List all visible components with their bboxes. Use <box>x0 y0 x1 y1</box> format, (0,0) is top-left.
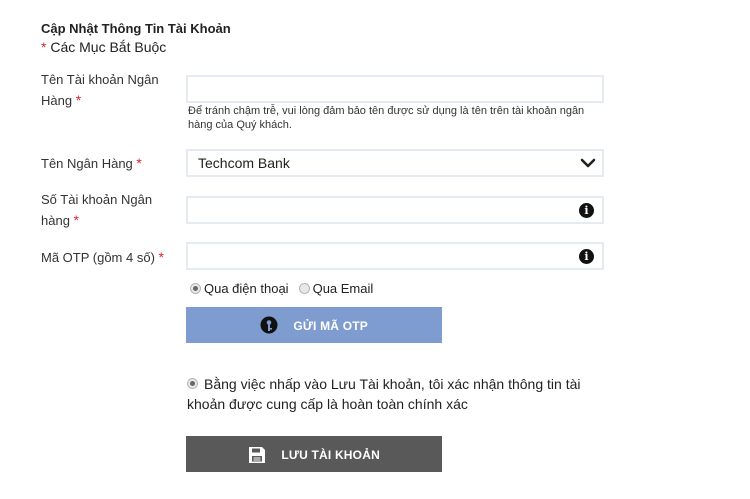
otp-label: Mã OTP (gồm 4 số) * <box>41 249 164 265</box>
agreement: Bằng việc nhấp vào Lưu Tài khoản, tôi xá… <box>187 374 617 414</box>
account-number-input[interactable]: i <box>186 196 604 224</box>
key-icon <box>260 316 278 334</box>
form-title: Cập Nhật Thông Tin Tài Khoản <box>41 21 231 36</box>
otp-method-group: Qua điện thoại Qua Email <box>190 280 383 296</box>
required-star: * <box>73 212 79 228</box>
required-star: * <box>158 249 164 265</box>
required-star: * <box>75 92 82 108</box>
send-otp-label: GỬI MÃ OTP <box>293 318 368 333</box>
account-name-label: Tên Tài khoản Ngân Hàng * <box>41 72 159 108</box>
save-account-label: LƯU TÀI KHOẢN <box>281 447 380 462</box>
radio-email[interactable] <box>298 283 310 295</box>
account-name-input[interactable] <box>186 75 604 103</box>
chevron-down-icon <box>580 158 596 168</box>
required-star: * <box>136 155 142 171</box>
info-icon[interactable]: i <box>579 249 594 264</box>
radio-phone[interactable] <box>190 283 201 295</box>
bank-name-label: Tên Ngân Hàng * <box>41 155 142 171</box>
info-icon[interactable]: i <box>579 203 594 218</box>
radio-email-label[interactable]: Qua Email <box>313 281 374 296</box>
account-name-hint: Để tránh chậm trễ, vui lòng đảm bảo tên … <box>188 105 585 131</box>
bank-name-selected: Techcom Bank <box>198 155 290 171</box>
bank-name-select[interactable]: Techcom Bank <box>186 149 604 177</box>
agreement-text: Bằng việc nhấp vào Lưu Tài khoản, tôi xá… <box>187 376 581 412</box>
required-note-text: Các Mục Bắt Buộc <box>50 39 167 55</box>
send-otp-button[interactable]: GỬI MÃ OTP <box>186 307 442 343</box>
required-star: * <box>41 39 47 55</box>
otp-input[interactable]: i <box>186 242 604 270</box>
save-account-button[interactable]: LƯU TÀI KHOẢN <box>186 436 442 472</box>
radio-phone-label[interactable]: Qua điện thoại <box>204 281 289 296</box>
required-note: * Các Mục Bắt Buộc <box>41 39 166 55</box>
account-number-label: Số Tài khoản Ngân hàng * <box>41 192 153 228</box>
save-icon <box>249 446 266 463</box>
agreement-radio[interactable] <box>187 378 198 390</box>
